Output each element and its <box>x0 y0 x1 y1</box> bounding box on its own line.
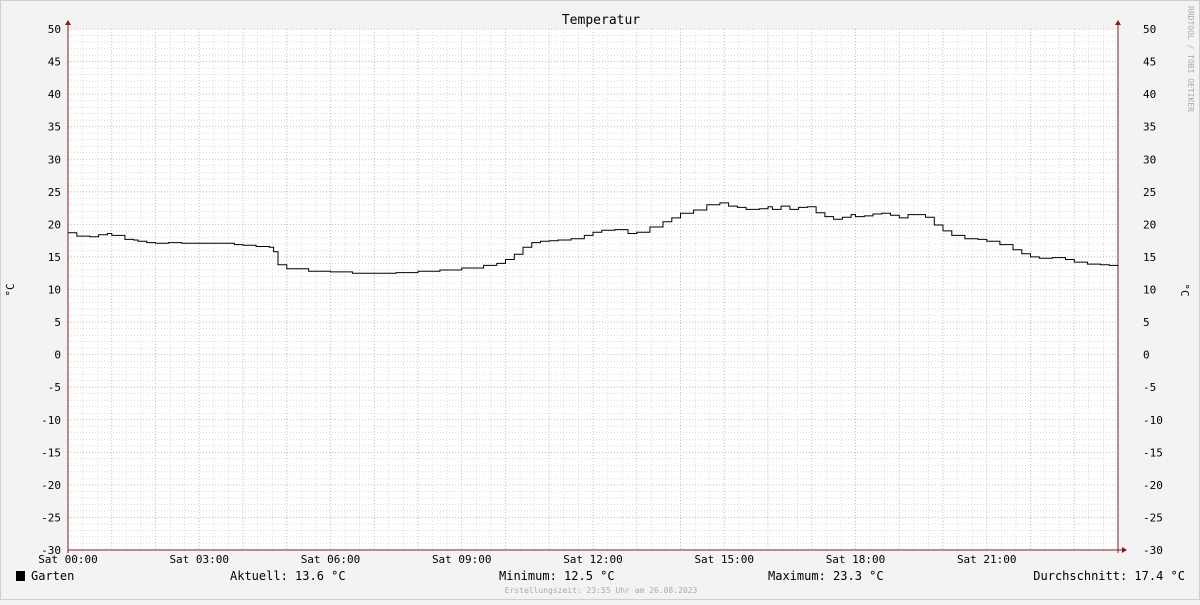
y-tick-label: 15 <box>1143 251 1156 264</box>
y-tick-label: -15 <box>41 446 61 459</box>
y-tick-label: -10 <box>1143 414 1163 427</box>
legend-average: Durchschnitt: 17.4 °C <box>1033 569 1185 583</box>
y-tick-label: -5 <box>48 381 61 394</box>
legend-current: Aktuell: 13.6 °C <box>230 569 346 583</box>
y-axis-arrow-left <box>65 20 71 25</box>
y-tick-label: 5 <box>54 316 61 329</box>
y-tick-label: 10 <box>48 284 61 297</box>
y-tick-label: -30 <box>1143 544 1163 557</box>
x-tick-label: Sat 03:00 <box>169 553 229 566</box>
y-tick-label: 40 <box>1143 88 1156 101</box>
x-tick-label: Sat 12:00 <box>563 553 623 566</box>
x-tick-labels: Sat 00:00 Sat 03:00 Sat 06:00 Sat 09:00 Sat … <box>38 553 1016 566</box>
y-tick-label: 30 <box>1143 153 1156 166</box>
y-tick-label: 10 <box>1143 284 1156 297</box>
y-axis-arrow-right <box>1115 20 1121 25</box>
legend-swatch-garten <box>16 571 25 581</box>
y-tick-label: -10 <box>41 414 61 427</box>
y-tick-label: -5 <box>1143 381 1156 394</box>
y-axis-label-left: °C <box>4 283 17 296</box>
y-tick-label: 5 <box>1143 316 1150 329</box>
y-tick-label: 25 <box>48 186 61 199</box>
y-tick-label: 0 <box>1143 349 1150 362</box>
y-tick-label: -25 <box>41 511 61 524</box>
y-tick-label: 15 <box>48 251 61 264</box>
x-tick-label: Sat 09:00 <box>432 553 492 566</box>
watermark: RRDTOOL / TOBI OETIKER <box>1186 6 1195 112</box>
legend-maximum: Maximum: 23.3 °C <box>768 569 884 583</box>
legend-series-name: Garten <box>31 569 74 583</box>
x-tick-label: Sat 18:00 <box>826 553 886 566</box>
y-tick-label: 25 <box>1143 186 1156 199</box>
y-tick-label: -20 <box>1143 479 1163 492</box>
x-tick-label: Sat 06:00 <box>301 553 361 566</box>
y-tick-label: 50 <box>48 23 61 36</box>
y-tick-label: 20 <box>1143 218 1156 231</box>
y-tick-label: 35 <box>1143 121 1156 134</box>
y-tick-label: -15 <box>1143 446 1163 459</box>
x-axis-arrow <box>1122 547 1127 553</box>
y-tick-label: 40 <box>48 88 61 101</box>
x-tick-label: Sat 15:00 <box>694 553 754 566</box>
y-tick-label: 50 <box>1143 23 1156 36</box>
y-tick-label: 45 <box>48 56 61 69</box>
x-tick-label: Sat 00:00 <box>38 553 98 566</box>
chart-canvas: 50 45 40 35 30 25 20 15 10 5 0 -5 -10 -15 -20 -25 -30 50… <box>0 0 1200 600</box>
y-tick-label: 0 <box>54 349 61 362</box>
y-tick-label: 20 <box>48 218 61 231</box>
y-tick-label: 30 <box>48 153 61 166</box>
legend-minimum: Minimum: 12.5 °C <box>499 569 615 583</box>
y-tick-label: -20 <box>41 479 61 492</box>
y-tick-labels-left: 50454035302520151050-5-10-15-20-25-30 <box>41 23 61 557</box>
y-tick-labels-right: 50454035302520151050-5-10-15-20-25-30 <box>1143 23 1163 557</box>
y-axis-label-right: °C <box>1178 283 1191 296</box>
x-tick-label: Sat 21:00 <box>957 553 1017 566</box>
y-tick-label: -25 <box>1143 511 1163 524</box>
creation-timestamp: Erstellungszeit: 23:55 Uhr am 26.08.2023 <box>505 586 698 595</box>
y-tick-label: 35 <box>48 121 61 134</box>
temperature-chart: 50454035302520151050-5-10-15-20-25-30 50… <box>4 6 1195 595</box>
chart-title: Temperatur <box>562 13 640 28</box>
y-tick-label: 45 <box>1143 56 1156 69</box>
